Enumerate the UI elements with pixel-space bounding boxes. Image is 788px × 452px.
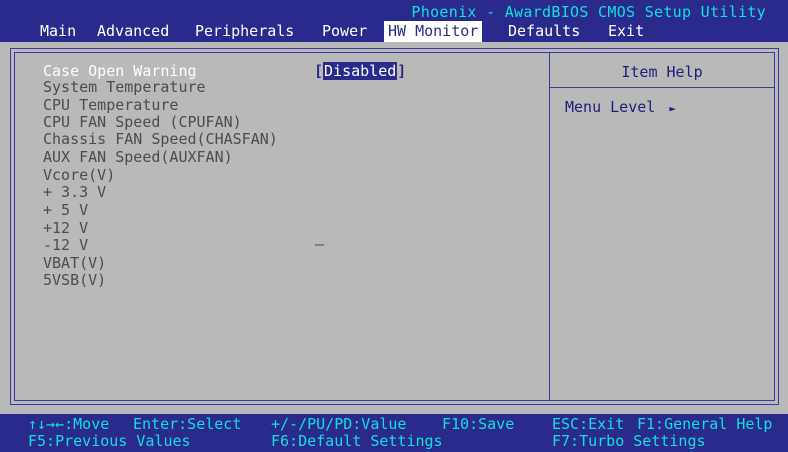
bottom-bar: ↑↓→←:Move Enter:Select +/-/PU/PD:Value F… xyxy=(0,414,788,452)
hint-exit: ESC:Exit xyxy=(552,415,625,433)
hint-value: +/-/PU/PD:Value xyxy=(271,415,407,433)
item-help-title: Item Help xyxy=(621,63,703,81)
menu-exit[interactable]: Exit xyxy=(604,21,648,42)
v12-label: +12 V xyxy=(43,219,89,237)
hint-select: Enter:Select xyxy=(133,415,242,433)
case-open-warning-value-text[interactable]: Disabled xyxy=(323,62,398,80)
help-separator xyxy=(550,87,774,88)
vbat-label: VBAT(V) xyxy=(43,254,107,272)
vneg12-label: -12 V xyxy=(43,236,89,254)
bracket-close: ] xyxy=(397,62,407,80)
aux-fan-speed-label: AUX FAN Speed(AUXFAN) xyxy=(43,148,233,166)
hint-previous-values: F5:Previous Values xyxy=(28,432,191,450)
menu-peripherals[interactable]: Peripherals xyxy=(191,21,298,42)
menu-power[interactable]: Power xyxy=(318,21,371,42)
menu-defaults[interactable]: Defaults xyxy=(504,21,584,42)
hint-turbo-settings: F7:Turbo Settings xyxy=(552,432,706,450)
v5-label: + 5 V xyxy=(43,201,89,219)
help-divider xyxy=(549,53,550,400)
bracket-open: [ xyxy=(314,62,324,80)
case-open-warning-label[interactable]: Case Open Warning xyxy=(43,63,197,79)
hint-general-help: F1:General Help xyxy=(637,415,773,433)
hint-default-settings: F6:Default Settings xyxy=(271,432,443,450)
menu-level: Menu Level ► xyxy=(565,98,676,116)
menu-hw-monitor[interactable]: HW Monitor xyxy=(384,21,483,42)
cpu-fan-speed-label: CPU FAN Speed (CPUFAN) xyxy=(43,113,242,131)
menu-bar: Main Advanced Peripherals Power HW Monit… xyxy=(0,21,788,42)
system-temperature-label: System Temperature xyxy=(43,78,206,96)
vcore-label: Vcore(V) xyxy=(43,166,116,184)
menu-advanced[interactable]: Advanced xyxy=(93,21,173,42)
top-bar: Phoenix - AwardBIOS CMOS Setup Utility M… xyxy=(0,0,788,42)
chassis-fan-speed-label: Chassis FAN Speed(CHASFAN) xyxy=(43,130,278,148)
case-open-warning-value[interactable]: [Disabled] xyxy=(314,62,407,80)
right-arrow-icon: ► xyxy=(669,102,676,115)
cpu-temperature-label: CPU Temperature xyxy=(43,96,179,114)
hint-save: F10:Save xyxy=(442,415,515,433)
menu-main[interactable]: Main xyxy=(36,21,80,42)
vneg12-dash: – xyxy=(315,235,325,253)
hint-move: ↑↓→←:Move xyxy=(28,415,110,433)
v33-label: + 3.3 V xyxy=(43,183,107,201)
menu-level-label: Menu Level xyxy=(565,98,656,116)
v5vsb-label: 5VSB(V) xyxy=(43,271,107,289)
utility-title: Phoenix - AwardBIOS CMOS Setup Utility xyxy=(411,3,766,21)
